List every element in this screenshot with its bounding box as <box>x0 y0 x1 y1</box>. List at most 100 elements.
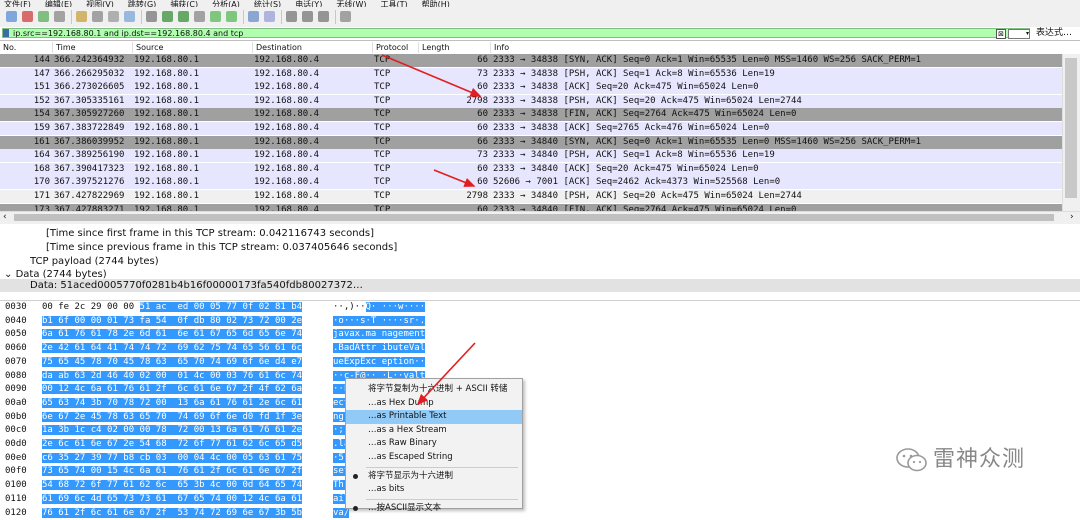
detail-time-first-frame[interactable]: [Time since first frame in this TCP stre… <box>46 227 374 240</box>
restart-icon[interactable] <box>38 11 49 22</box>
bytes-row[interactable]: 011061 69 6c 4d 65 73 73 61 67 65 74 00 … <box>0 493 1080 507</box>
bytes-row[interactable]: 009000 12 4c 6a 61 76 61 2f 6c 61 6e 67 … <box>0 383 1080 397</box>
find-icon[interactable] <box>146 11 157 22</box>
column-header-source[interactable]: Source <box>132 42 254 53</box>
bytes-row[interactable]: 0040b1 6f 00 00 01 73 fa 54 0f db 80 02 … <box>0 315 1080 329</box>
menu-separator <box>366 499 518 500</box>
shark-fin-icon[interactable] <box>6 11 17 22</box>
packet-cell-len: 60 <box>416 176 488 189</box>
packet-row[interactable]: 171367.427822969192.168.80.1192.168.80.4… <box>0 190 1062 203</box>
filter-expression-button[interactable]: 表达式… <box>1036 28 1072 39</box>
zoom-in-icon[interactable] <box>286 11 297 22</box>
context-menu-item[interactable]: …as Raw Binary <box>346 437 522 451</box>
packet-row[interactable]: 170367.397521276192.168.80.1192.168.80.4… <box>0 176 1062 189</box>
packet-cell-no: 147 <box>0 68 50 81</box>
bytes-hex-selected: b1 6f 00 00 01 73 fa 54 0f db 80 02 73 7… <box>42 316 302 326</box>
packet-cell-proto: TCP <box>374 176 390 189</box>
zoom-normal-icon[interactable] <box>318 11 329 22</box>
display-filter-bar: ip.src==192.168.80.1 and ip.dst==192.168… <box>0 27 1080 41</box>
column-header-info[interactable]: Info <box>490 42 1054 53</box>
colorize-icon[interactable] <box>264 11 275 22</box>
goto-packet-icon[interactable] <box>194 11 205 22</box>
bytes-row[interactable]: 00b06e 67 2e 45 78 63 65 70 74 69 6f 6e … <box>0 411 1080 425</box>
context-menu-item[interactable]: …as Hex Dump <box>346 397 522 411</box>
bytes-row[interactable]: 00a065 63 74 3b 70 78 72 00 13 6a 61 76 … <box>0 397 1080 411</box>
column-header-no[interactable]: No. <box>0 42 53 53</box>
detail-tcp-payload[interactable]: TCP payload (2744 bytes) <box>30 255 159 268</box>
bytes-hex: b1 6f 00 00 01 73 fa 54 0f db 80 02 73 7… <box>42 315 302 329</box>
bytes-row[interactable]: 00602e 42 61 64 41 74 74 72 69 62 75 74 … <box>0 342 1080 356</box>
stop-icon[interactable] <box>22 11 33 22</box>
column-header-time[interactable]: Time <box>52 42 134 53</box>
autoscroll-icon[interactable] <box>248 11 259 22</box>
packet-cell-src: 192.168.80.1 <box>134 122 199 135</box>
packet-cell-src: 192.168.80.1 <box>134 176 199 189</box>
context-menu-item[interactable]: …as Printable Text <box>346 410 522 424</box>
bytes-row[interactable]: 00c01a 3b 1c c4 02 00 00 78 72 00 13 6a … <box>0 424 1080 438</box>
open-file-icon[interactable] <box>76 11 87 22</box>
detail-time-prev-frame[interactable]: [Time since previous frame in this TCP s… <box>46 241 397 254</box>
column-header-protocol[interactable]: Protocol <box>372 42 420 53</box>
context-menu-item-label: …as Raw Binary <box>368 437 437 451</box>
display-filter-input[interactable]: ip.src==192.168.80.1 and ip.dst==192.168… <box>2 28 1030 38</box>
bytes-offset: 00b0 <box>5 411 27 425</box>
options-gear-icon[interactable] <box>54 11 65 22</box>
bytes-row[interactable]: 0080da ab 63 2d 46 40 02 00 01 4c 00 03 … <box>0 370 1080 384</box>
reload-icon[interactable] <box>124 11 135 22</box>
bytes-row[interactable]: 003000 fe 2c 29 00 00 51 ac ed 00 05 77 … <box>0 301 1080 315</box>
packet-list-hscroll-thumb[interactable] <box>14 214 1054 221</box>
filter-history-dropdown[interactable]: ▾ <box>1008 29 1030 39</box>
back-arrow-icon[interactable] <box>162 11 173 22</box>
first-packet-icon[interactable] <box>210 11 221 22</box>
save-file-icon[interactable] <box>92 11 103 22</box>
packet-cell-time: 367.389256190 <box>54 149 124 162</box>
packet-list-scroll-thumb[interactable] <box>1065 58 1077 198</box>
bytes-hex-selected: 6a 61 76 61 78 2e 6d 61 6e 61 67 65 6d 6… <box>42 329 302 339</box>
packet-row[interactable]: 147366.266295032192.168.80.1192.168.80.4… <box>0 68 1062 81</box>
context-menu-item[interactable]: …按ASCII显示文本 <box>346 502 522 516</box>
bytes-hex-selected: 00 12 4c 6a 61 76 61 2f 6c 61 6e 67 2f 4… <box>42 384 302 394</box>
packet-row[interactable]: 152367.305335161192.168.80.1192.168.80.4… <box>0 95 1062 108</box>
context-menu-item[interactable]: …as a Hex Stream <box>346 424 522 438</box>
packet-row[interactable]: 164367.389256190192.168.80.1192.168.80.4… <box>0 149 1062 162</box>
context-menu-item[interactable]: …as bits <box>346 483 522 497</box>
context-menu-item-label: …按ASCII显示文本 <box>368 502 441 516</box>
last-packet-icon[interactable] <box>226 11 237 22</box>
column-header-destination[interactable]: Destination <box>252 42 374 53</box>
bytes-hex: 61 69 6c 4d 65 73 73 61 67 65 74 00 12 4… <box>42 493 302 507</box>
scroll-left-icon[interactable]: ‹ <box>3 211 7 223</box>
close-file-icon[interactable] <box>108 11 119 22</box>
bytes-row[interactable]: 007075 65 45 78 70 45 78 63 65 70 74 69 … <box>0 356 1080 370</box>
clear-filter-icon[interactable]: ⊠ <box>996 29 1006 39</box>
bytes-ascii-selected: javax.ma nagement <box>333 329 425 339</box>
column-header-length[interactable]: Length <box>418 42 492 53</box>
bytes-offset: 0050 <box>5 328 27 342</box>
packet-cell-info: 52606 → 7001 [ACK] Seq=2462 Ack=4373 Win… <box>493 176 780 189</box>
packet-row[interactable]: 151366.273026605192.168.80.1192.168.80.4… <box>0 81 1062 94</box>
forward-arrow-icon[interactable] <box>178 11 189 22</box>
packet-row[interactable]: 168367.390417323192.168.80.1192.168.80.4… <box>0 163 1062 176</box>
packet-row[interactable]: 159367.383722849192.168.80.1192.168.80.4… <box>0 122 1062 135</box>
packet-row[interactable]: 144366.242364932192.168.80.1192.168.80.4… <box>0 54 1062 67</box>
context-menu-item[interactable]: 将字节复制为十六进制 + ASCII 转储 <box>346 383 522 397</box>
context-menu-item[interactable]: …as Escaped String <box>346 451 522 465</box>
bytes-row[interactable]: 010054 68 72 6f 77 61 62 6c 65 3b 4c 00 … <box>0 479 1080 493</box>
packet-row[interactable]: 161367.386039952192.168.80.1192.168.80.4… <box>0 136 1062 149</box>
packet-cell-info: 2333 → 34840 [SYN, ACK] Seq=0 Ack=1 Win=… <box>493 136 921 149</box>
scroll-right-icon[interactable]: › <box>1070 211 1074 223</box>
packet-row[interactable]: 154367.305927260192.168.80.1192.168.80.4… <box>0 108 1062 121</box>
toolbar-separator <box>243 10 244 24</box>
detail-data-value[interactable]: Data: 51aced0005770f0281b4b16f00000173fa… <box>30 279 363 292</box>
context-menu-item[interactable]: 将字节显示为十六进制 <box>346 470 522 484</box>
bytes-ascii-selected: .BadAttr ibuteVal <box>333 343 425 353</box>
bytes-hex: 54 68 72 6f 77 61 62 6c 65 3b 4c 00 0d 6… <box>42 479 302 493</box>
resize-columns-icon[interactable] <box>340 11 351 22</box>
bytes-row[interactable]: 0050 6a 61 76 61 78 2e 6d 61 6e 61 67 65 … <box>0 328 1080 342</box>
bytes-hex-selected: 51 ac ed 00 05 77 0f 02 81 b4 <box>140 302 303 312</box>
filter-bookmark-icon[interactable] <box>3 29 9 37</box>
zoom-out-icon[interactable] <box>302 11 313 22</box>
packet-cell-no: 154 <box>0 108 50 121</box>
packet-cell-no: 144 <box>0 54 50 67</box>
bytes-offset: 0030 <box>5 301 27 315</box>
bytes-row[interactable]: 012076 61 2f 6c 61 6e 67 2f 53 74 72 69 … <box>0 507 1080 520</box>
